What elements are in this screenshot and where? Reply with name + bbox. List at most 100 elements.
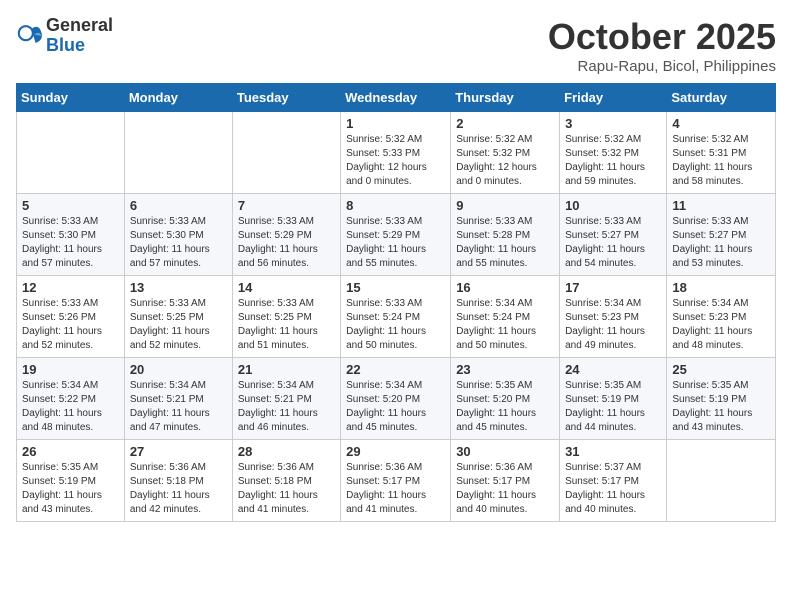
calendar-cell bbox=[232, 112, 340, 194]
day-number: 3 bbox=[565, 116, 661, 131]
day-info: Sunrise: 5:33 AMSunset: 5:25 PMDaylight:… bbox=[238, 297, 335, 353]
calendar-cell: 8Sunrise: 5:33 AMSunset: 5:29 PMDaylight… bbox=[341, 194, 451, 276]
day-number: 14 bbox=[238, 280, 335, 295]
location: Rapu-Rapu, Bicol, Philippines bbox=[548, 58, 776, 75]
day-info: Sunrise: 5:34 AMSunset: 5:21 PMDaylight:… bbox=[238, 379, 335, 435]
day-number: 31 bbox=[565, 444, 661, 459]
weekday-header-sunday: Sunday bbox=[17, 84, 125, 112]
day-info: Sunrise: 5:36 AMSunset: 5:17 PMDaylight:… bbox=[346, 461, 445, 517]
calendar-cell: 25Sunrise: 5:35 AMSunset: 5:19 PMDayligh… bbox=[667, 358, 776, 440]
calendar-cell: 24 Sunrise: 5:35 AMSunset: 5:19 PMDayligh… bbox=[560, 358, 667, 440]
calendar-cell: 4 Sunrise: 5:32 AMSunset: 5:31 PMDaylight… bbox=[667, 112, 776, 194]
day-number: 5 bbox=[22, 198, 119, 213]
calendar-cell bbox=[124, 112, 232, 194]
calendar-cell: 28 Sunrise: 5:36 AMSunset: 5:18 PMDayligh… bbox=[232, 440, 340, 522]
day-info: Sunrise: 5:33 AMSunset: 5:25 PMDaylight:… bbox=[130, 297, 227, 353]
day-info: Sunrise: 5:33 AMSunset: 5:28 PMDaylight:… bbox=[456, 215, 554, 271]
day-info: Sunrise: 5:34 AMSunset: 5:22 PMDaylight:… bbox=[22, 379, 119, 435]
day-number: 22 bbox=[346, 362, 445, 377]
calendar-week-2: 5 Sunrise: 5:33 AMSunset: 5:30 PMDaylight… bbox=[17, 194, 776, 276]
calendar-cell bbox=[667, 440, 776, 522]
day-number: 23 bbox=[456, 362, 554, 377]
day-number: 19 bbox=[22, 362, 119, 377]
day-info: Sunrise: 5:35 AMSunset: 5:19 PMDaylight:… bbox=[565, 379, 661, 435]
day-info: Sunrise: 5:33 AMSunset: 5:24 PMDaylight:… bbox=[346, 297, 445, 353]
day-number: 12 bbox=[22, 280, 119, 295]
day-info: Sunrise: 5:33 AMSunset: 5:29 PMDaylight:… bbox=[346, 215, 445, 271]
calendar-cell: 7Sunrise: 5:33 AMSunset: 5:29 PMDaylight… bbox=[232, 194, 340, 276]
calendar-cell bbox=[17, 112, 125, 194]
day-number: 2 bbox=[456, 116, 554, 131]
calendar-cell: 2Sunrise: 5:32 AMSunset: 5:32 PMDaylight… bbox=[451, 112, 560, 194]
weekday-header-monday: Monday bbox=[124, 84, 232, 112]
day-info: Sunrise: 5:32 AMSunset: 5:33 PMDaylight:… bbox=[346, 133, 445, 189]
calendar-cell: 13 Sunrise: 5:33 AMSunset: 5:25 PMDayligh… bbox=[124, 276, 232, 358]
weekday-header-tuesday: Tuesday bbox=[232, 84, 340, 112]
day-number: 16 bbox=[456, 280, 554, 295]
day-info: Sunrise: 5:35 AMSunset: 5:19 PMDaylight:… bbox=[22, 461, 119, 517]
logo-general: General bbox=[46, 16, 113, 36]
logo: General Blue bbox=[16, 16, 113, 56]
weekday-header-wednesday: Wednesday bbox=[341, 84, 451, 112]
day-number: 15 bbox=[346, 280, 445, 295]
calendar-cell: 29 Sunrise: 5:36 AMSunset: 5:17 PMDayligh… bbox=[341, 440, 451, 522]
day-info: Sunrise: 5:36 AMSunset: 5:17 PMDaylight:… bbox=[456, 461, 554, 517]
weekday-header-saturday: Saturday bbox=[667, 84, 776, 112]
day-info: Sunrise: 5:34 AMSunset: 5:23 PMDaylight:… bbox=[565, 297, 661, 353]
day-number: 11 bbox=[672, 198, 770, 213]
day-number: 4 bbox=[672, 116, 770, 131]
day-info: Sunrise: 5:35 AMSunset: 5:20 PMDaylight:… bbox=[456, 379, 554, 435]
day-number: 30 bbox=[456, 444, 554, 459]
day-info: Sunrise: 5:33 AMSunset: 5:29 PMDaylight:… bbox=[238, 215, 335, 271]
calendar-cell: 27 Sunrise: 5:36 AMSunset: 5:18 PMDayligh… bbox=[124, 440, 232, 522]
calendar-cell: 6 Sunrise: 5:33 AMSunset: 5:30 PMDaylight… bbox=[124, 194, 232, 276]
month-title: October 2025 bbox=[548, 16, 776, 58]
calendar-cell: 19 Sunrise: 5:34 AMSunset: 5:22 PMDayligh… bbox=[17, 358, 125, 440]
day-info: Sunrise: 5:37 AMSunset: 5:17 PMDaylight:… bbox=[565, 461, 661, 517]
day-number: 6 bbox=[130, 198, 227, 213]
day-info: Sunrise: 5:32 AMSunset: 5:31 PMDaylight:… bbox=[672, 133, 770, 189]
calendar-cell: 21 Sunrise: 5:34 AMSunset: 5:21 PMDayligh… bbox=[232, 358, 340, 440]
day-info: Sunrise: 5:36 AMSunset: 5:18 PMDaylight:… bbox=[238, 461, 335, 517]
day-info: Sunrise: 5:32 AMSunset: 5:32 PMDaylight:… bbox=[565, 133, 661, 189]
calendar-week-3: 12 Sunrise: 5:33 AMSunset: 5:26 PMDayligh… bbox=[17, 276, 776, 358]
calendar-week-1: 1 Sunrise: 5:32 AMSunset: 5:33 PMDaylight… bbox=[17, 112, 776, 194]
day-info: Sunrise: 5:33 AMSunset: 5:30 PMDaylight:… bbox=[130, 215, 227, 271]
calendar-cell: 17Sunrise: 5:34 AMSunset: 5:23 PMDayligh… bbox=[560, 276, 667, 358]
day-number: 10 bbox=[565, 198, 661, 213]
title-block: October 2025 Rapu-Rapu, Bicol, Philippin… bbox=[548, 16, 776, 75]
weekday-header-row: SundayMondayTuesdayWednesdayThursdayFrid… bbox=[17, 84, 776, 112]
day-number: 24 bbox=[565, 362, 661, 377]
day-number: 27 bbox=[130, 444, 227, 459]
day-number: 26 bbox=[22, 444, 119, 459]
calendar-cell: 22 Sunrise: 5:34 AMSunset: 5:20 PMDayligh… bbox=[341, 358, 451, 440]
day-number: 1 bbox=[346, 116, 445, 131]
day-number: 21 bbox=[238, 362, 335, 377]
calendar-cell: 10Sunrise: 5:33 AMSunset: 5:27 PMDayligh… bbox=[560, 194, 667, 276]
calendar-table: SundayMondayTuesdayWednesdayThursdayFrid… bbox=[16, 83, 776, 522]
day-number: 20 bbox=[130, 362, 227, 377]
calendar-cell: 11 Sunrise: 5:33 AMSunset: 5:27 PMDayligh… bbox=[667, 194, 776, 276]
day-info: Sunrise: 5:36 AMSunset: 5:18 PMDaylight:… bbox=[130, 461, 227, 517]
calendar-cell: 16 Sunrise: 5:34 AMSunset: 5:24 PMDayligh… bbox=[451, 276, 560, 358]
day-info: Sunrise: 5:33 AMSunset: 5:30 PMDaylight:… bbox=[22, 215, 119, 271]
day-info: Sunrise: 5:34 AMSunset: 5:24 PMDaylight:… bbox=[456, 297, 554, 353]
day-info: Sunrise: 5:33 AMSunset: 5:27 PMDaylight:… bbox=[672, 215, 770, 271]
calendar-cell: 15 Sunrise: 5:33 AMSunset: 5:24 PMDayligh… bbox=[341, 276, 451, 358]
calendar-cell: 5 Sunrise: 5:33 AMSunset: 5:30 PMDaylight… bbox=[17, 194, 125, 276]
day-info: Sunrise: 5:33 AMSunset: 5:26 PMDaylight:… bbox=[22, 297, 119, 353]
calendar-cell: 12 Sunrise: 5:33 AMSunset: 5:26 PMDayligh… bbox=[17, 276, 125, 358]
weekday-header-friday: Friday bbox=[560, 84, 667, 112]
day-number: 29 bbox=[346, 444, 445, 459]
day-info: Sunrise: 5:34 AMSunset: 5:23 PMDaylight:… bbox=[672, 297, 770, 353]
day-info: Sunrise: 5:34 AMSunset: 5:21 PMDaylight:… bbox=[130, 379, 227, 435]
calendar-cell: 26 Sunrise: 5:35 AMSunset: 5:19 PMDayligh… bbox=[17, 440, 125, 522]
calendar-cell: 9Sunrise: 5:33 AMSunset: 5:28 PMDaylight… bbox=[451, 194, 560, 276]
calendar-cell: 23 Sunrise: 5:35 AMSunset: 5:20 PMDayligh… bbox=[451, 358, 560, 440]
day-number: 25 bbox=[672, 362, 770, 377]
day-number: 28 bbox=[238, 444, 335, 459]
day-info: Sunrise: 5:34 AMSunset: 5:20 PMDaylight:… bbox=[346, 379, 445, 435]
logo-icon bbox=[16, 22, 44, 50]
day-number: 13 bbox=[130, 280, 227, 295]
calendar-cell: 14 Sunrise: 5:33 AMSunset: 5:25 PMDayligh… bbox=[232, 276, 340, 358]
